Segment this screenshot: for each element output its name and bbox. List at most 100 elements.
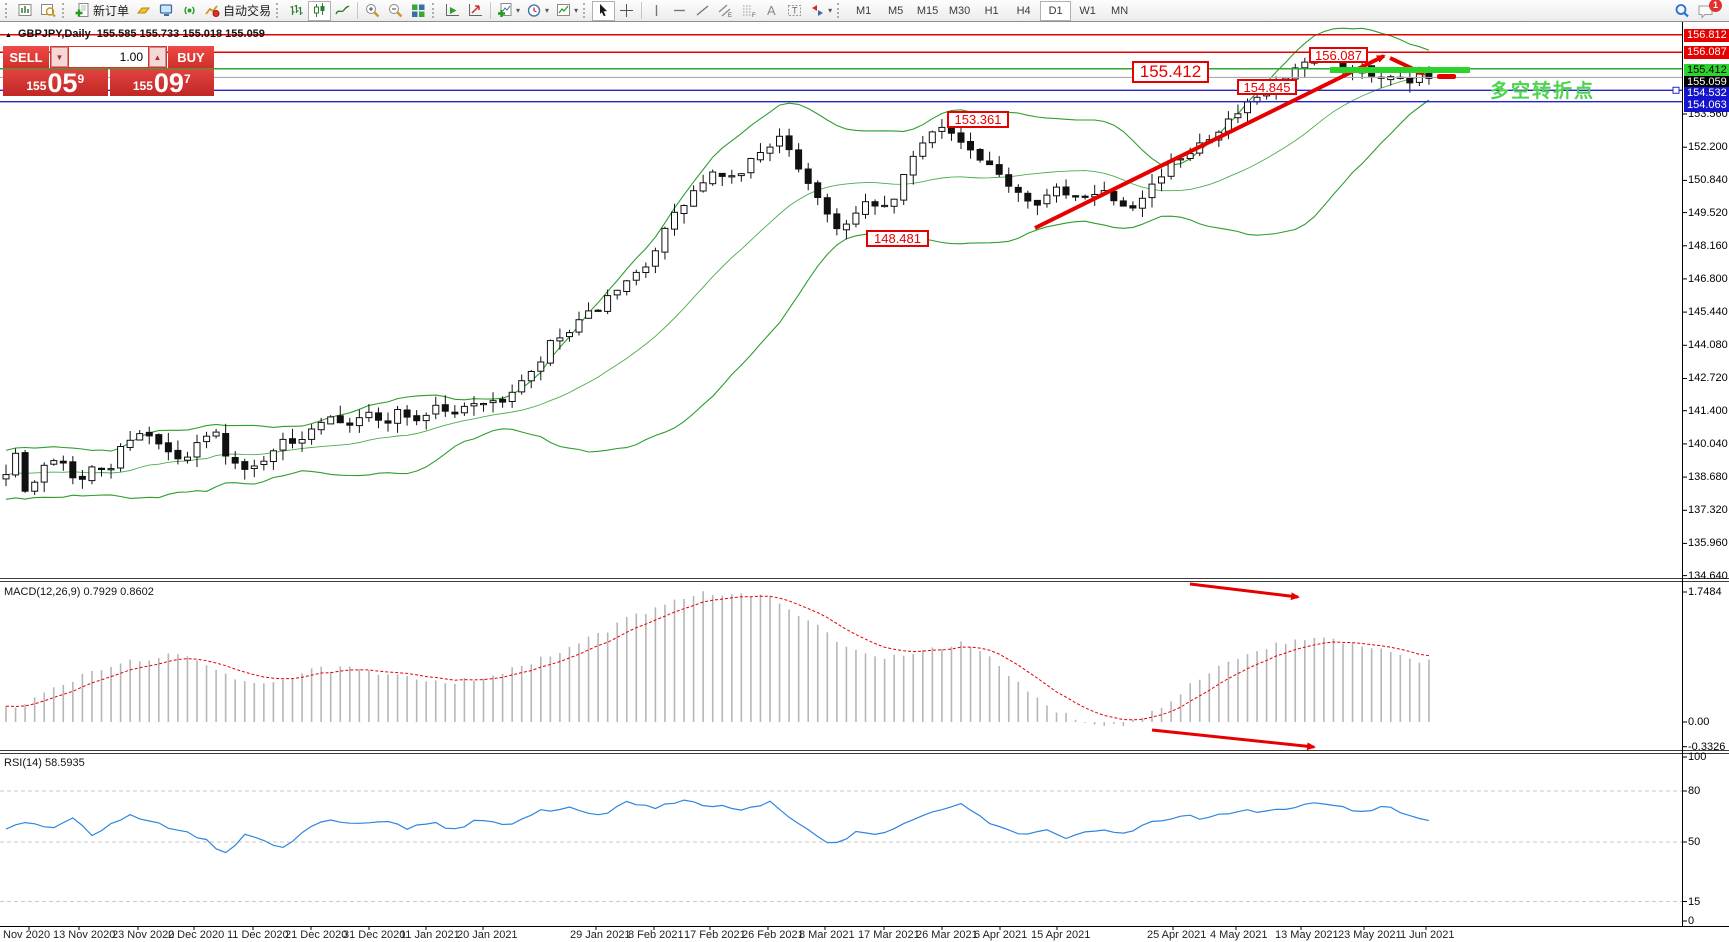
auto-trading-icon: [204, 2, 221, 19]
arrows-icon: [809, 2, 826, 19]
chevron-down-icon: ▾: [516, 7, 520, 15]
bar-chart-button[interactable]: [285, 1, 308, 21]
volume-input[interactable]: 1.00: [69, 47, 148, 67]
buy-price-display[interactable]: 155097: [110, 69, 215, 96]
timeframe-m15-button[interactable]: M15: [912, 1, 943, 21]
chart-canvas[interactable]: [0, 22, 1729, 942]
toolbar-drag-handle[interactable]: [62, 3, 67, 18]
axes: [0, 22, 1729, 930]
new-chart-button[interactable]: [14, 1, 37, 21]
timeframe-m5-button[interactable]: M5: [880, 1, 911, 21]
tile-windows-button[interactable]: [407, 1, 430, 21]
chart-title: ▲ GBPJPY,Daily 155.585 155.733 155.018 1…: [5, 28, 265, 40]
arrows-button[interactable]: ▾: [806, 1, 835, 21]
timeframe-h4-button[interactable]: H4: [1008, 1, 1039, 21]
crosshair-button[interactable]: [615, 1, 638, 21]
horizontal-line-button[interactable]: [668, 1, 691, 21]
bar-chart-icon: [288, 2, 305, 19]
trend-arrow[interactable]: [1035, 56, 1384, 228]
timeframe-toolbar: M1M5M15M30H1H4D1W1MN: [848, 1, 1135, 21]
buy-price-big: 09: [154, 71, 184, 95]
text-label-button[interactable]: T: [783, 1, 806, 21]
timeframe-m1-button[interactable]: M1: [848, 1, 879, 21]
candlestick-chart-icon: [311, 2, 328, 19]
new-order-icon: [74, 2, 91, 19]
chart-profile-icon: [40, 2, 57, 19]
signals-button[interactable]: [178, 1, 201, 21]
text-icon: A: [763, 2, 780, 19]
timeframe-w1-button[interactable]: W1: [1072, 1, 1103, 21]
template-icon: [555, 2, 572, 19]
chat-button[interactable]: 1: [1694, 1, 1718, 21]
trend-arrow[interactable]: [1190, 584, 1298, 597]
chevron-down-icon: ▾: [545, 7, 549, 15]
toolbar-drag-handle[interactable]: [583, 3, 588, 18]
symbol-marker-icon: ▲: [5, 32, 12, 39]
chevron-down-icon: ▾: [828, 7, 832, 15]
timeframe-h1-button[interactable]: H1: [976, 1, 1007, 21]
red-dash-mark[interactable]: [1437, 74, 1456, 79]
buy-price-sup: 7: [184, 72, 191, 86]
macd-indicator-label: MACD(12,26,9) 0.7929 0.8602: [4, 586, 154, 598]
line-drag-handle[interactable]: [1673, 87, 1679, 93]
monitor-icon: [158, 2, 175, 19]
chevron-down-icon: ▾: [574, 7, 578, 15]
toolbar-drag-handle[interactable]: [5, 3, 10, 18]
fibonacci-icon: F: [740, 2, 757, 19]
zoom-out-button[interactable]: [384, 1, 407, 21]
zoom-in-icon: [364, 2, 381, 19]
sell-price-display[interactable]: 155059: [3, 69, 108, 96]
new-order-label: 新订单: [93, 2, 129, 19]
chart-shift-icon: [467, 2, 484, 19]
gold-nugget-button[interactable]: [132, 1, 155, 21]
volume-decrement-button[interactable]: ▼: [51, 47, 68, 67]
timeframe-mn-button[interactable]: MN: [1104, 1, 1135, 21]
svg-text:F: F: [752, 13, 756, 19]
text-button[interactable]: A: [760, 1, 783, 21]
templates-button[interactable]: ▾: [552, 1, 581, 21]
indicators-icon: [497, 2, 514, 19]
toolbar-drag-handle[interactable]: [432, 3, 437, 18]
chart-shift-button[interactable]: [464, 1, 487, 21]
auto-trading-label: 自动交易: [223, 2, 271, 19]
search-button[interactable]: [1670, 1, 1694, 21]
timeframe-d1-button[interactable]: D1: [1040, 1, 1071, 21]
bollinger-bands: [6, 28, 1429, 499]
horizontal-line-icon: [671, 2, 688, 19]
fibonacci-button[interactable]: F: [737, 1, 760, 21]
svg-text:T: T: [792, 6, 798, 16]
cursor-button[interactable]: [592, 1, 615, 21]
svg-text:A: A: [767, 3, 776, 18]
volume-increment-button[interactable]: ▲: [149, 47, 166, 67]
periods-button[interactable]: ▾: [523, 1, 552, 21]
auto-scroll-icon: [444, 2, 461, 19]
profiles-button[interactable]: [37, 1, 60, 21]
highlight-bar[interactable]: [1330, 67, 1470, 73]
auto-trading-button[interactable]: 自动交易: [201, 1, 274, 21]
trendline-button[interactable]: [691, 1, 714, 21]
toolbar-drag-handle[interactable]: [837, 3, 842, 18]
buy-price-prefix: 155: [133, 79, 153, 93]
new-chart-icon: [17, 2, 34, 19]
zoom-in-button[interactable]: [361, 1, 384, 21]
text-label-icon: T: [786, 2, 803, 19]
line-chart-button[interactable]: [331, 1, 354, 21]
sell-price-sup: 9: [77, 72, 84, 86]
signal-icon: [181, 2, 198, 19]
equidistant-channel-button[interactable]: E: [714, 1, 737, 21]
sell-button[interactable]: SELL: [3, 46, 49, 68]
gold-nugget-icon: [135, 2, 152, 19]
analyst-drawings[interactable]: [1035, 56, 1470, 747]
candlestick-chart-button[interactable]: [308, 1, 331, 21]
new-order-button[interactable]: 新订单: [71, 1, 132, 21]
vertical-line-button[interactable]: [645, 1, 668, 21]
terminal-button[interactable]: [155, 1, 178, 21]
trend-arrow[interactable]: [1152, 730, 1314, 747]
indicators-button[interactable]: ▾: [494, 1, 523, 21]
auto-scroll-button[interactable]: [441, 1, 464, 21]
buy-button[interactable]: BUY: [168, 46, 214, 68]
volume-stepper: ▼ 1.00 ▲: [50, 46, 167, 68]
toolbar-drag-handle[interactable]: [276, 3, 281, 18]
ohlc-values: 155.585 155.733 155.018 155.059: [97, 28, 265, 40]
timeframe-m30-button[interactable]: M30: [944, 1, 975, 21]
